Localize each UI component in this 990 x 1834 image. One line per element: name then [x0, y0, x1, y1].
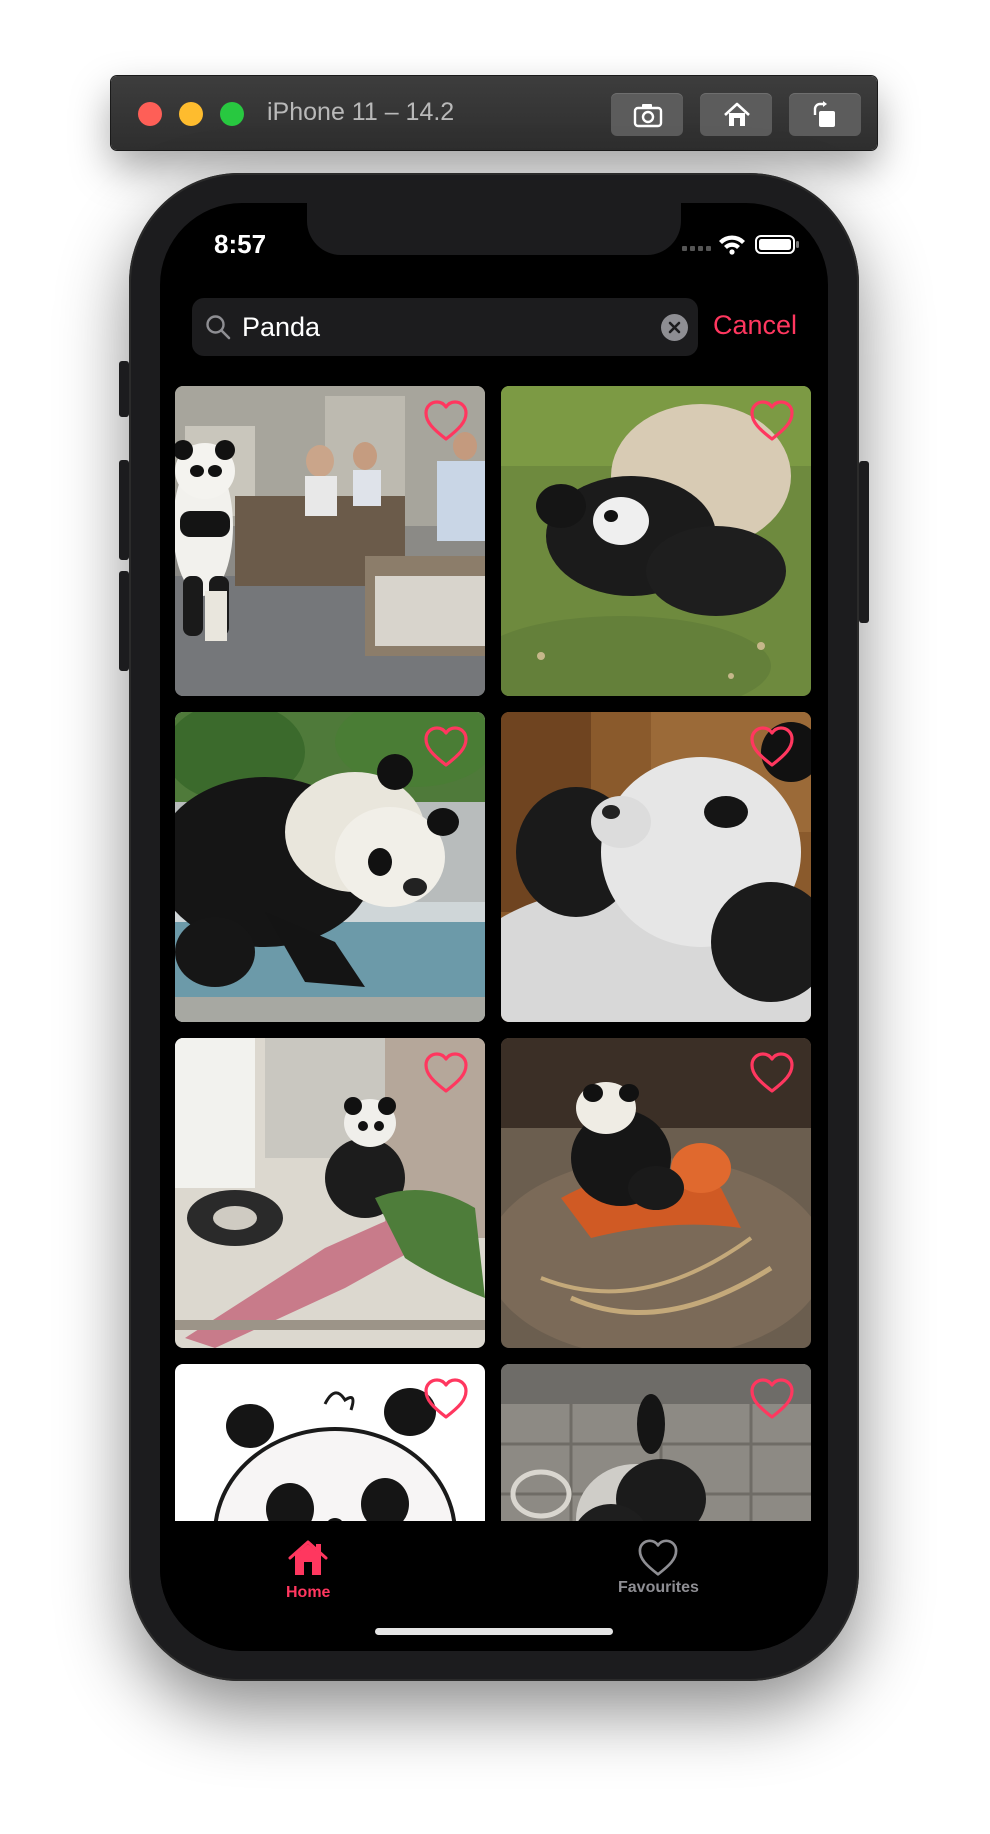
favourite-heart-icon[interactable]: [749, 400, 795, 442]
rotate-icon: [813, 101, 835, 127]
gif-tile-panda-cub-closeup[interactable]: [501, 712, 811, 1022]
favourite-heart-icon[interactable]: [423, 400, 469, 442]
close-window-button[interactable]: [138, 102, 162, 126]
gif-tile-panda-hammock[interactable]: [175, 1038, 485, 1348]
signal-icon: [682, 246, 711, 251]
heart-icon: [639, 1539, 678, 1576]
gif-tile-panda-office[interactable]: [175, 386, 485, 696]
home-indicator[interactable]: [375, 1628, 613, 1635]
gif-grid: [175, 386, 813, 1521]
favourite-heart-icon[interactable]: [749, 726, 795, 768]
tab-favourites[interactable]: Favourites: [618, 1539, 699, 1597]
app-screen: 8:57 Panda Cancel Home Favourites: [160, 203, 828, 1651]
screenshot-button[interactable]: [611, 93, 683, 136]
favourite-heart-icon[interactable]: [423, 1378, 469, 1420]
wifi-icon: [719, 235, 745, 255]
gif-tile-panda-cartoon[interactable]: [175, 1364, 485, 1521]
minimize-window-button[interactable]: [179, 102, 203, 126]
mute-switch: [119, 361, 129, 417]
favourite-heart-icon[interactable]: [423, 726, 469, 768]
gif-tile-panda-rocking-horse[interactable]: [501, 1038, 811, 1348]
favourite-heart-icon[interactable]: [749, 1378, 795, 1420]
gif-tile-panda-stretching-pool[interactable]: [175, 712, 485, 1022]
zoom-window-button[interactable]: [220, 102, 244, 126]
search-field[interactable]: Panda: [192, 298, 698, 356]
iphone-frame: 8:57 Panda Cancel Home Favourites: [119, 173, 869, 1681]
home-icon: [724, 102, 750, 126]
search-input[interactable]: Panda: [242, 312, 320, 343]
notch: [307, 203, 681, 255]
tab-favourites-label: Favourites: [618, 1579, 699, 1596]
home-hw-button[interactable]: [700, 93, 772, 136]
status-icons: [682, 233, 802, 260]
battery-icon: [755, 235, 799, 254]
favourite-heart-icon[interactable]: [749, 1052, 795, 1094]
tab-home[interactable]: Home: [286, 1539, 330, 1602]
clear-search-icon[interactable]: [661, 314, 688, 341]
tab-home-label: Home: [286, 1584, 331, 1601]
home-icon: [288, 1540, 328, 1575]
power-button: [859, 461, 869, 623]
simulator-title-bar: iPhone 11 – 14.2: [111, 76, 877, 150]
gif-tile-panda-rolling-grass[interactable]: [501, 386, 811, 696]
cancel-button[interactable]: Cancel: [713, 310, 797, 341]
status-time: 8:57: [214, 229, 267, 259]
volume-up-button: [119, 460, 129, 560]
rotate-button[interactable]: [789, 93, 861, 136]
search-icon: [206, 315, 231, 340]
screenshot-icon: [633, 104, 663, 128]
gif-tile-panda-wall[interactable]: [501, 1364, 811, 1521]
window-title: iPhone 11 – 14.2: [267, 98, 455, 126]
volume-down-button: [119, 571, 129, 671]
favourite-heart-icon[interactable]: [423, 1052, 469, 1094]
